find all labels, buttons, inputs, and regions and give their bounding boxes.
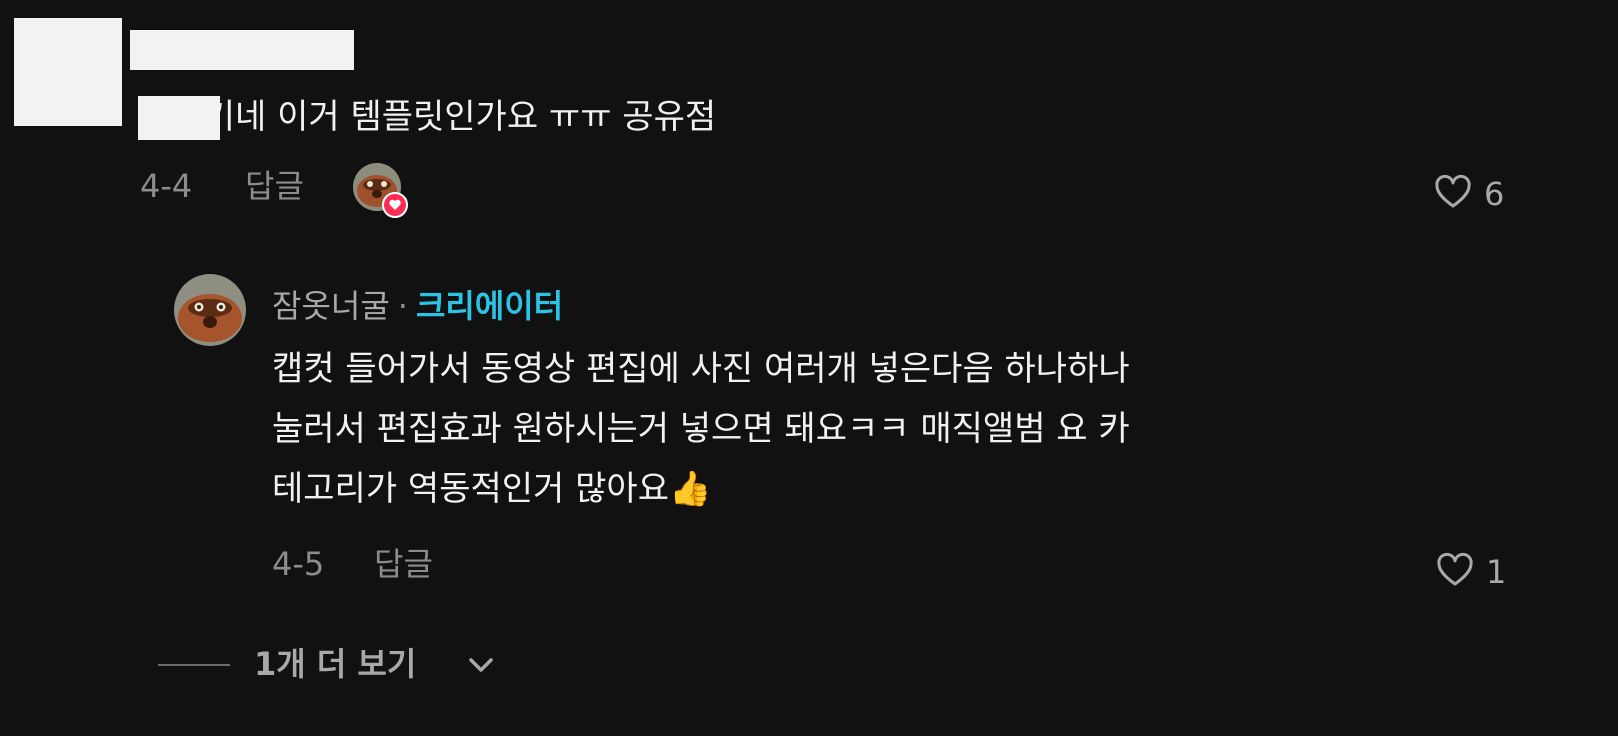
reply-username[interactable]: 잠옷너굴 bbox=[272, 287, 390, 325]
reply-header: 잠옷너굴 · 크리에이터 bbox=[272, 286, 563, 326]
reply-text-line-3: 테고리가 역동적인거 많아요👍 bbox=[272, 469, 712, 509]
commenter-avatar-redacted[interactable] bbox=[14, 18, 122, 126]
comment-date: 4-4 bbox=[140, 167, 193, 205]
reply-date: 4-5 bbox=[272, 545, 325, 583]
chevron-down-icon[interactable] bbox=[466, 652, 496, 678]
commenter-username-redacted[interactable] bbox=[130, 30, 354, 70]
comment-reply-button[interactable]: 답글 bbox=[245, 166, 304, 206]
comment-thread: ...웃기네 이거 템플릿인가요 ㅠㅠ 공유점 4-4 답글 6 잠옷너굴 · … bbox=[0, 0, 1618, 736]
heart-outline-icon[interactable] bbox=[1436, 552, 1474, 590]
view-more-button[interactable]: 1개 더 보기 bbox=[254, 642, 416, 686]
reply-like-count: 1 bbox=[1486, 553, 1507, 591]
comment-text: ...웃기네 이거 템플릿인가요 ㅠㅠ 공유점 bbox=[140, 97, 717, 137]
heart-badge-icon bbox=[382, 192, 408, 218]
reply-text-line-2: 눌러서 편집효과 원하시는거 넣으면 돼요ㅋㅋ 매직앨범 요 카 bbox=[272, 409, 1130, 449]
reply-reply-button[interactable]: 답글 bbox=[374, 544, 433, 584]
comment-text-redaction bbox=[138, 96, 220, 140]
heart-outline-icon[interactable] bbox=[1434, 174, 1472, 212]
reply-avatar[interactable] bbox=[174, 274, 246, 346]
reply-text-line-1: 캡컷 들어가서 동영상 편집에 사진 여러개 넣은다음 하나하나 bbox=[272, 349, 1130, 389]
separator-dot: · bbox=[397, 287, 408, 325]
view-more-divider bbox=[158, 664, 230, 666]
creator-badge: 크리에이터 bbox=[415, 287, 564, 325]
comment-like-count: 6 bbox=[1484, 175, 1505, 213]
